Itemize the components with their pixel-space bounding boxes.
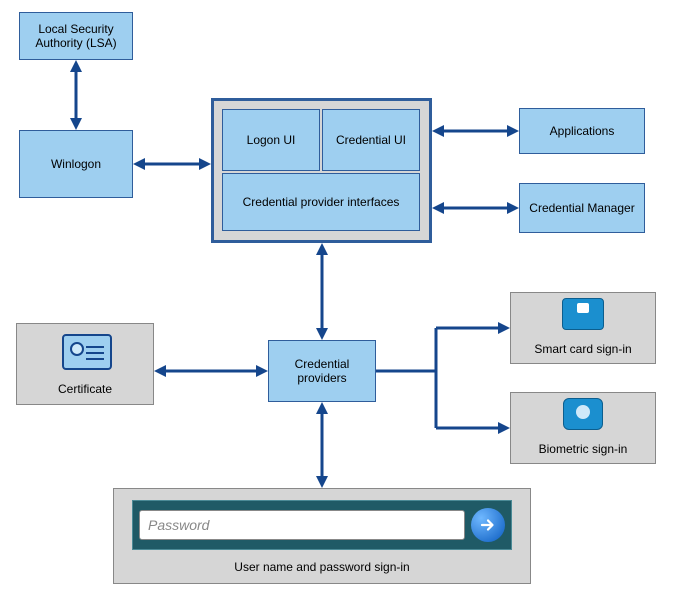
arrow-credproviders-password: [312, 402, 332, 488]
arrow-frame-credproviders: [312, 243, 332, 340]
box-lsa: Local Security Authority (LSA): [19, 12, 133, 60]
submit-arrow-button[interactable]: [471, 508, 505, 542]
label-applications: Applications: [550, 124, 615, 138]
password-input[interactable]: Password: [139, 510, 465, 540]
box-credential-ui: Credential UI: [322, 109, 420, 171]
label-winlogon: Winlogon: [51, 157, 101, 171]
biometric-icon: [563, 398, 603, 430]
label-lsa: Local Security Authority (LSA): [24, 22, 128, 50]
label-cp-interfaces: Credential provider interfaces: [243, 195, 400, 209]
smart-card-icon: [562, 298, 604, 330]
password-placeholder: Password: [148, 517, 209, 533]
box-applications: Applications: [519, 108, 645, 154]
box-cp-interfaces: Credential provider interfaces: [222, 173, 420, 231]
box-logon-ui: Logon UI: [222, 109, 320, 171]
label-logon-ui: Logon UI: [247, 133, 296, 147]
arrow-credproviders-branches: [376, 310, 516, 440]
arrow-winlogon-frame: [133, 154, 211, 174]
arrow-right-icon: [479, 516, 497, 534]
arrow-frame-applications: [432, 121, 519, 141]
label-certificate: Certificate: [16, 382, 154, 396]
label-password-panel: User name and password sign-in: [113, 560, 531, 574]
label-credential-providers: Credential providers: [273, 357, 371, 385]
label-credential-manager: Credential Manager: [529, 201, 634, 215]
box-credential-providers: Credential providers: [268, 340, 376, 402]
arrow-certificate-credproviders: [154, 361, 268, 381]
label-biometric: Biometric sign-in: [510, 442, 656, 456]
arrow-frame-credmgr: [432, 198, 519, 218]
certificate-icon: [62, 334, 112, 370]
box-credential-manager: Credential Manager: [519, 183, 645, 233]
label-credential-ui: Credential UI: [336, 133, 406, 147]
label-smartcard: Smart card sign-in: [510, 342, 656, 356]
password-input-group: Password: [132, 500, 512, 550]
arrow-lsa-winlogon: [66, 60, 86, 130]
box-winlogon: Winlogon: [19, 130, 133, 198]
